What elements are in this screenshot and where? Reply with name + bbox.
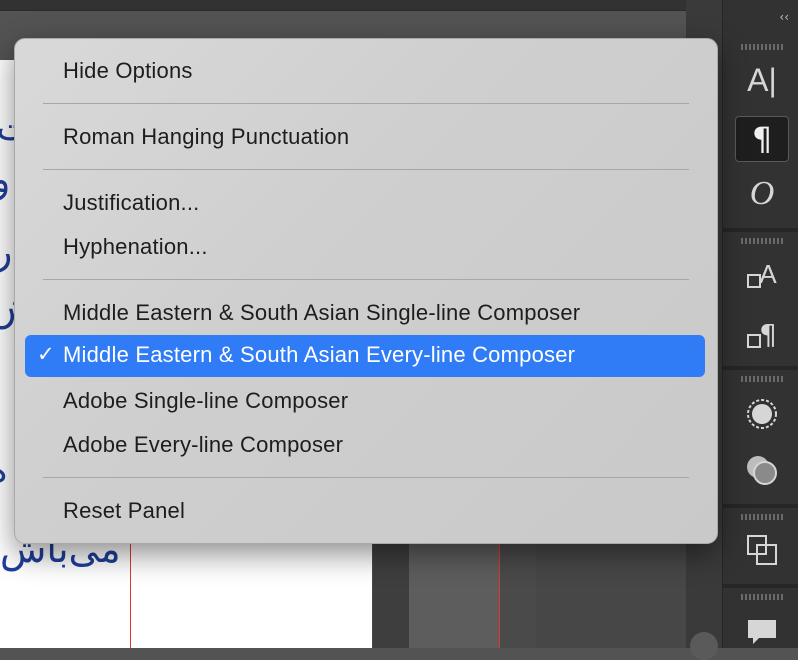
panel-grip[interactable] <box>741 238 783 244</box>
panel-separator <box>723 584 798 588</box>
checkmark-icon: ✓ <box>37 343 55 366</box>
menu-item-me-single-line-composer[interactable]: Middle Eastern & South Asian Single-line… <box>25 296 705 330</box>
panel-separator <box>723 366 798 370</box>
paragraph-glyph: ¶ <box>751 120 773 158</box>
panel-separator <box>723 504 798 508</box>
opentype-icon[interactable]: O <box>735 172 789 216</box>
menu-item-label: Hyphenation... <box>63 234 208 259</box>
menu-item-hyphenation[interactable]: Hyphenation... <box>25 230 705 264</box>
character-icon[interactable]: A| <box>735 58 789 102</box>
menu-item-label: Adobe Every-line Composer <box>63 432 344 457</box>
menu-item-label: Middle Eastern & South Asian Single-line… <box>63 300 581 325</box>
menu-item-label: Reset Panel <box>63 498 186 523</box>
menu-item-adobe-single-line-composer[interactable]: Adobe Single-line Composer <box>25 384 705 418</box>
panel-grip[interactable] <box>741 376 783 382</box>
menu-separator <box>43 169 689 170</box>
menu-item-label: Middle Eastern & South Asian Every-line … <box>63 342 576 367</box>
menu-separator <box>43 279 689 280</box>
appearance-icon[interactable] <box>735 392 789 436</box>
transparency-svg <box>747 456 777 485</box>
document-text-line: و <box>0 157 11 201</box>
menu-item-hide-options[interactable]: Hide Options <box>25 54 705 88</box>
paragraph-styles-icon[interactable]: ¶ <box>735 312 789 356</box>
panel-options-menu: Hide Options Roman Hanging Punctuation J… <box>14 38 718 544</box>
transparency-icon[interactable] <box>735 448 789 492</box>
panel-grip[interactable] <box>741 514 783 520</box>
pathfinder-icon[interactable] <box>735 528 789 572</box>
menu-item-me-every-line-composer[interactable]: ✓ Middle Eastern & South Asian Every-lin… <box>25 335 705 377</box>
collapse-panels-icon[interactable]: ‹‹ <box>779 10 789 24</box>
menu-item-roman-hanging-punctuation[interactable]: Roman Hanging Punctuation <box>25 120 705 154</box>
paragraph-styles-glyph: ¶ <box>759 317 777 351</box>
pathfinder-svg <box>747 535 777 565</box>
column-strip <box>373 540 500 648</box>
character-glyph: A| <box>747 61 777 98</box>
comments-icon[interactable] <box>735 610 789 654</box>
menu-item-adobe-every-line-composer[interactable]: Adobe Every-line Composer <box>25 428 705 462</box>
menu-item-justification[interactable]: Justification... <box>25 186 705 220</box>
panel-grip[interactable] <box>741 44 783 50</box>
comments-svg <box>748 620 776 644</box>
character-styles-glyph: A <box>759 258 777 289</box>
document-text-line: ر <box>0 229 13 273</box>
document-text-line: ه <box>0 450 8 488</box>
menu-separator <box>43 477 689 478</box>
opentype-glyph: O <box>749 175 775 212</box>
paragraph-icon[interactable]: ¶ <box>735 116 789 162</box>
menu-separator <box>43 103 689 104</box>
menu-item-label: Hide Options <box>63 58 193 83</box>
panel-grip[interactable] <box>741 594 783 600</box>
document-tab-bar <box>0 0 722 11</box>
scrollbar-thumb[interactable] <box>690 632 718 660</box>
menu-item-label: Adobe Single-line Composer <box>63 388 349 413</box>
menu-item-label: Justification... <box>63 190 200 215</box>
character-styles-icon[interactable]: A <box>735 252 789 296</box>
menu-item-reset-panel[interactable]: Reset Panel <box>25 494 705 528</box>
menu-item-label: Roman Hanging Punctuation <box>63 124 350 149</box>
panel-dock: ‹‹ A| ¶ O A ¶ <box>722 0 798 648</box>
panel-separator <box>723 228 798 232</box>
appearance-svg <box>747 399 777 429</box>
